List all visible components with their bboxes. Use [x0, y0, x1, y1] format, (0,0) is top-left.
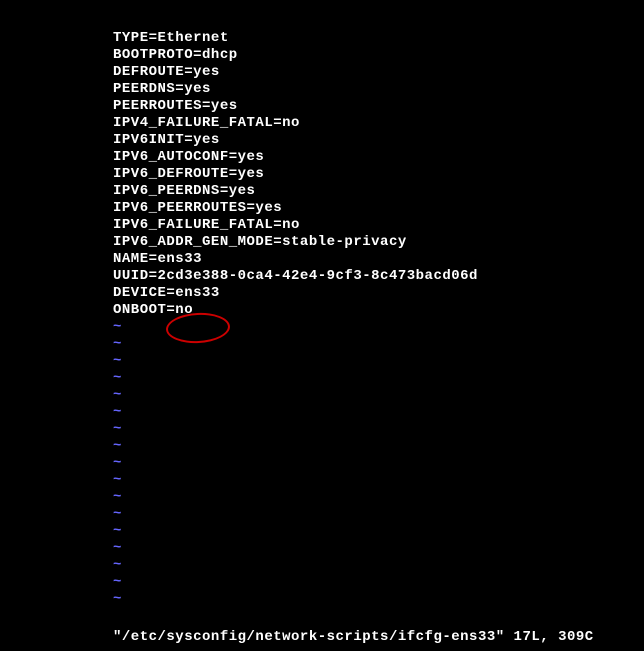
config-line: BOOTPROTO=dhcp — [113, 47, 644, 64]
empty-line-tilde: ~ — [113, 557, 644, 574]
empty-line-tilde: ~ — [113, 421, 644, 438]
empty-line-tilde: ~ — [113, 489, 644, 506]
empty-line-tilde: ~ — [113, 387, 644, 404]
config-line: IPV6_FAILURE_FATAL=no — [113, 217, 644, 234]
empty-line-tilde: ~ — [113, 574, 644, 591]
config-line: DEVICE=ens33 — [113, 285, 644, 302]
config-line: DEFROUTE=yes — [113, 64, 644, 81]
empty-line-tilde: ~ — [113, 455, 644, 472]
vi-editor-viewport[interactable]: TYPE=Ethernet BOOTPROTO=dhcp DEFROUTE=ye… — [0, 0, 644, 651]
config-line: IPV6_PEERROUTES=yes — [113, 200, 644, 217]
config-line: PEERDNS=yes — [113, 81, 644, 98]
empty-line-tilde: ~ — [113, 472, 644, 489]
config-line: ONBOOT=no — [113, 302, 644, 319]
config-line: UUID=2cd3e388-0ca4-42e4-9cf3-8c473bacd06… — [113, 268, 644, 285]
empty-line-tilde: ~ — [113, 523, 644, 540]
config-line: IPV6_PEERDNS=yes — [113, 183, 644, 200]
empty-line-tilde: ~ — [113, 506, 644, 523]
empty-line-tilde: ~ — [113, 336, 644, 353]
config-line: IPV6_DEFROUTE=yes — [113, 166, 644, 183]
empty-line-tilde: ~ — [113, 370, 644, 387]
config-line: IPV4_FAILURE_FATAL=no — [113, 115, 644, 132]
config-line: NAME=ens33 — [113, 251, 644, 268]
config-line: IPV6_AUTOCONF=yes — [113, 149, 644, 166]
vi-status-line: "/etc/sysconfig/network-scripts/ifcfg-en… — [113, 629, 594, 645]
empty-line-tilde: ~ — [113, 540, 644, 557]
empty-line-tilde: ~ — [113, 404, 644, 421]
config-line: TYPE=Ethernet — [113, 30, 644, 47]
config-line: IPV6_ADDR_GEN_MODE=stable-privacy — [113, 234, 644, 251]
empty-line-tilde: ~ — [113, 319, 644, 336]
empty-line-tilde: ~ — [113, 438, 644, 455]
empty-line-tilde: ~ — [113, 591, 644, 608]
config-line: PEERROUTES=yes — [113, 98, 644, 115]
empty-line-tilde: ~ — [113, 353, 644, 370]
config-line: IPV6INIT=yes — [113, 132, 644, 149]
